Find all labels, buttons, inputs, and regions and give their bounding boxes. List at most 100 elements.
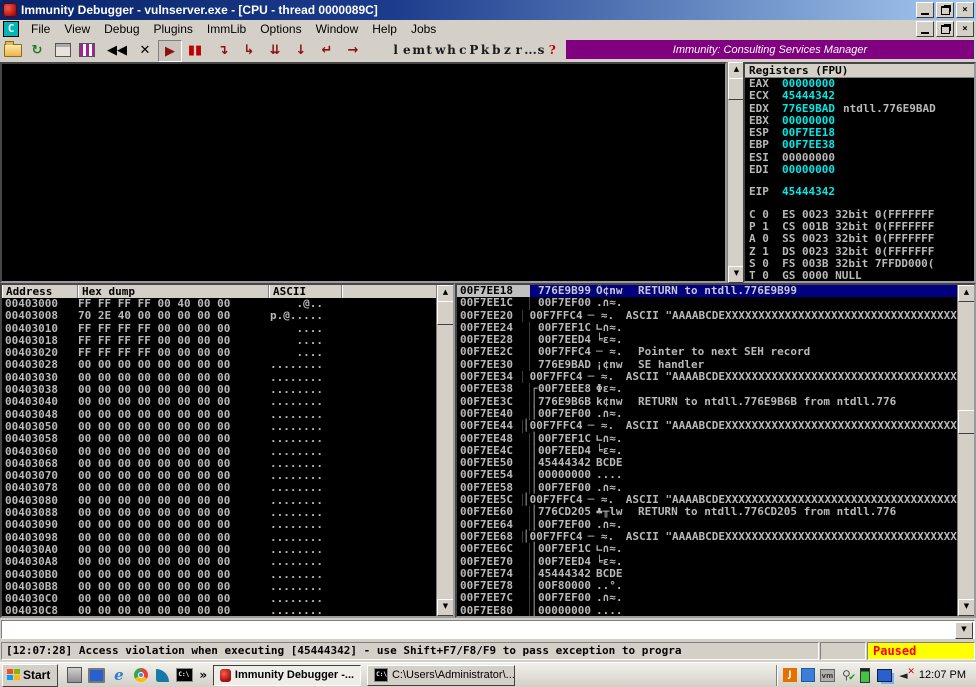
register-row[interactable]: ESI 00000000 bbox=[745, 152, 974, 164]
stack-row[interactable]: 00F7EE54 │ 00000000 .... bbox=[457, 469, 974, 481]
stack-row[interactable]: 00F7EE18 776E9B99 Ö¢nw RETURN to ntdll.7… bbox=[457, 285, 974, 297]
taskbar-task-immunity[interactable]: Immunity Debugger -... bbox=[213, 665, 361, 686]
stack-row[interactable]: 00F7EE7C │ 00F7EF00 .∩≈. bbox=[457, 592, 974, 604]
hex-dump-row[interactable]: 00403028 00 00 00 00 00 00 00 00 .......… bbox=[2, 359, 453, 371]
rewind-button[interactable]: ◀◀ bbox=[106, 40, 128, 60]
chrome-icon[interactable] bbox=[132, 667, 149, 684]
menu-item[interactable]: Help bbox=[365, 21, 404, 37]
stack-row[interactable]: 00F7EE44 │ 00F7FFC4 ─ ≈. ASCII "AAAABCDE… bbox=[457, 420, 974, 432]
scroll-thumb[interactable] bbox=[437, 301, 454, 325]
execute-till-user-button[interactable]: → bbox=[342, 40, 364, 60]
volume-muted-tray-icon[interactable]: ◄✕ bbox=[896, 668, 911, 683]
register-row[interactable]: EAX 00000000 bbox=[745, 78, 974, 90]
register-row[interactable]: EBX 00000000 bbox=[745, 115, 974, 127]
internet-explorer-icon[interactable]: e bbox=[110, 667, 127, 684]
stack-row[interactable]: 00F7EE20 00F7FFC4 ─ ≈. ASCII "AAAABCDEXX… bbox=[457, 310, 974, 322]
view-shortcut-button[interactable]: ... bbox=[524, 40, 535, 60]
stack-row[interactable]: 00F7EE2C 00F7FFC4 ─ ≈. Pointer to next S… bbox=[457, 346, 974, 358]
hex-dump-row[interactable]: 00403040 00 00 00 00 00 00 00 00 .......… bbox=[2, 396, 453, 408]
step-over-button[interactable]: ↳ bbox=[238, 40, 260, 60]
update-tray-icon[interactable] bbox=[801, 668, 816, 683]
mdi-system-icon[interactable]: C bbox=[3, 21, 19, 37]
menu-item[interactable]: Window bbox=[309, 21, 366, 37]
stack-row[interactable]: 00F7EE48 │ 00F7EF1C ∟∩≈. bbox=[457, 433, 974, 445]
view-shortcut-button[interactable]: m bbox=[412, 40, 423, 60]
network-tray-icon[interactable] bbox=[877, 668, 892, 683]
scroll-up-arrow[interactable]: ▲ bbox=[437, 285, 454, 302]
stack-row[interactable]: 00F7EE84 │ 00000000 .... bbox=[457, 617, 974, 618]
animate-into-button[interactable]: ⇊ bbox=[264, 40, 286, 60]
stack-row[interactable]: 00F7EE1C 00F7EF00 .∩≈. bbox=[457, 297, 974, 309]
hex-dump-row[interactable]: 00403090 00 00 00 00 00 00 00 00 .......… bbox=[2, 519, 453, 531]
usb-eject-tray-icon[interactable]: ⚲✔ bbox=[839, 668, 854, 683]
show-desktop-icon[interactable] bbox=[88, 667, 105, 684]
view-shortcut-button[interactable]: r bbox=[513, 40, 524, 60]
register-row[interactable]: ECX 45444342 bbox=[745, 90, 974, 102]
view-shortcut-button[interactable]: w bbox=[435, 40, 446, 60]
stack-vertical-scrollbar[interactable]: ▲ ▼ bbox=[957, 285, 974, 616]
scroll-down-arrow[interactable]: ▼ bbox=[958, 599, 975, 616]
stack-row[interactable]: 00F7EE6C │ 00F7EF1C ∟∩≈. bbox=[457, 543, 974, 555]
command-dropdown-button[interactable]: ▼ bbox=[955, 622, 973, 639]
mdi-close-button[interactable]: × bbox=[956, 21, 974, 37]
view-shortcut-button[interactable]: s bbox=[535, 40, 546, 60]
step-into-button[interactable]: ↴ bbox=[212, 40, 234, 60]
view-shortcut-button[interactable]: c bbox=[457, 40, 468, 60]
register-row[interactable]: ESP 00F7EE18 bbox=[745, 127, 974, 139]
menu-item[interactable]: Jobs bbox=[404, 21, 443, 37]
cpu-disassembly-pane[interactable] bbox=[0, 62, 727, 283]
stack-row[interactable]: 00F7EE60 │ 776CD205 ♣╥lw RETURN to ntdll… bbox=[457, 506, 974, 518]
view-shortcut-button[interactable]: ? bbox=[547, 40, 558, 60]
register-row[interactable]: EBP 00F7EE38 bbox=[745, 139, 974, 151]
flag-row[interactable]: Z 1 DS 0023 32bit 0(FFFFFFF bbox=[745, 246, 974, 258]
minimize-button[interactable] bbox=[916, 2, 934, 18]
eip-row[interactable]: EIP 45444342 bbox=[745, 186, 974, 198]
menu-item[interactable]: Options bbox=[253, 21, 308, 37]
patches-button[interactable] bbox=[76, 40, 98, 60]
wireshark-icon[interactable] bbox=[154, 667, 171, 684]
view-shortcut-button[interactable]: l bbox=[390, 40, 401, 60]
flag-row[interactable]: T 0 GS 0000 NULL bbox=[745, 270, 974, 282]
registers-header[interactable]: Registers (FPU) bbox=[745, 64, 974, 78]
stack-row[interactable]: 00F7EE24 00F7EF1C ∟∩≈. bbox=[457, 322, 974, 334]
animate-over-button[interactable]: ↓ bbox=[290, 40, 312, 60]
scroll-thumb[interactable] bbox=[958, 410, 975, 434]
dump-vertical-scrollbar[interactable]: ▲ ▼ bbox=[436, 285, 453, 616]
register-row[interactable]: EDX 776E9BAD ntdll.776E9BAD bbox=[745, 103, 974, 115]
server-manager-icon[interactable] bbox=[66, 667, 83, 684]
hex-dump-row[interactable]: 00403078 00 00 00 00 00 00 00 00 .......… bbox=[2, 482, 453, 494]
cpu-vertical-scrollbar[interactable]: ▲ ▼ bbox=[727, 62, 744, 283]
stack-row[interactable]: 00F7EE38 ┌ 00F7EEE8 Φε≈. bbox=[457, 383, 974, 395]
start-button[interactable]: Start bbox=[2, 664, 58, 687]
execute-till-return-button[interactable]: ↵ bbox=[316, 40, 338, 60]
mdi-minimize-button[interactable] bbox=[916, 21, 934, 37]
scroll-down-arrow[interactable]: ▼ bbox=[437, 599, 454, 616]
view-shortcut-button[interactable]: k bbox=[480, 40, 491, 60]
hex-dump-row[interactable]: 004030C8 00 00 00 00 00 00 00 00 .......… bbox=[2, 605, 453, 617]
hex-dump-row[interactable]: 004030A8 00 00 00 00 00 00 00 00 .......… bbox=[2, 556, 453, 568]
terminate-button[interactable]: ✕ bbox=[134, 40, 156, 60]
close-button[interactable]: × bbox=[956, 2, 974, 18]
view-shortcut-button[interactable]: P bbox=[468, 40, 479, 60]
flag-row[interactable]: A 0 SS 0023 32bit 0(FFFFFFF bbox=[745, 233, 974, 245]
taskbar-task-cmd[interactable]: C:\ C:\Users\Administrator\... bbox=[367, 665, 515, 686]
mdi-restore-button[interactable] bbox=[936, 21, 954, 37]
view-shortcut-button[interactable]: b bbox=[491, 40, 502, 60]
menu-item[interactable]: View bbox=[57, 21, 97, 37]
command-bar[interactable]: ▼ bbox=[1, 620, 975, 639]
menu-item[interactable]: ImmLib bbox=[200, 21, 253, 37]
run-button[interactable]: ▶ bbox=[158, 40, 182, 62]
view-shortcut-button[interactable]: e bbox=[401, 40, 412, 60]
view-shortcut-button[interactable]: z bbox=[502, 40, 513, 60]
toolbar-overflow-chevron[interactable]: » bbox=[199, 669, 207, 681]
battery-tray-icon[interactable] bbox=[858, 668, 873, 683]
vmware-tools-tray-icon[interactable]: vm bbox=[820, 668, 835, 683]
hex-dump-row[interactable]: 00403058 00 00 00 00 00 00 00 00 .......… bbox=[2, 433, 453, 445]
menu-item[interactable]: Plugins bbox=[147, 21, 200, 37]
hex-dump-row[interactable]: 00403008 70 2E 40 00 00 00 00 00 p.@....… bbox=[2, 310, 453, 322]
open-file-button[interactable] bbox=[2, 40, 24, 60]
register-row[interactable]: EDI 00000000 bbox=[745, 164, 974, 176]
restore-button[interactable] bbox=[936, 2, 954, 18]
hex-dump-row[interactable]: 00403060 00 00 00 00 00 00 00 00 .......… bbox=[2, 446, 453, 458]
windows-list-button[interactable] bbox=[52, 40, 74, 60]
